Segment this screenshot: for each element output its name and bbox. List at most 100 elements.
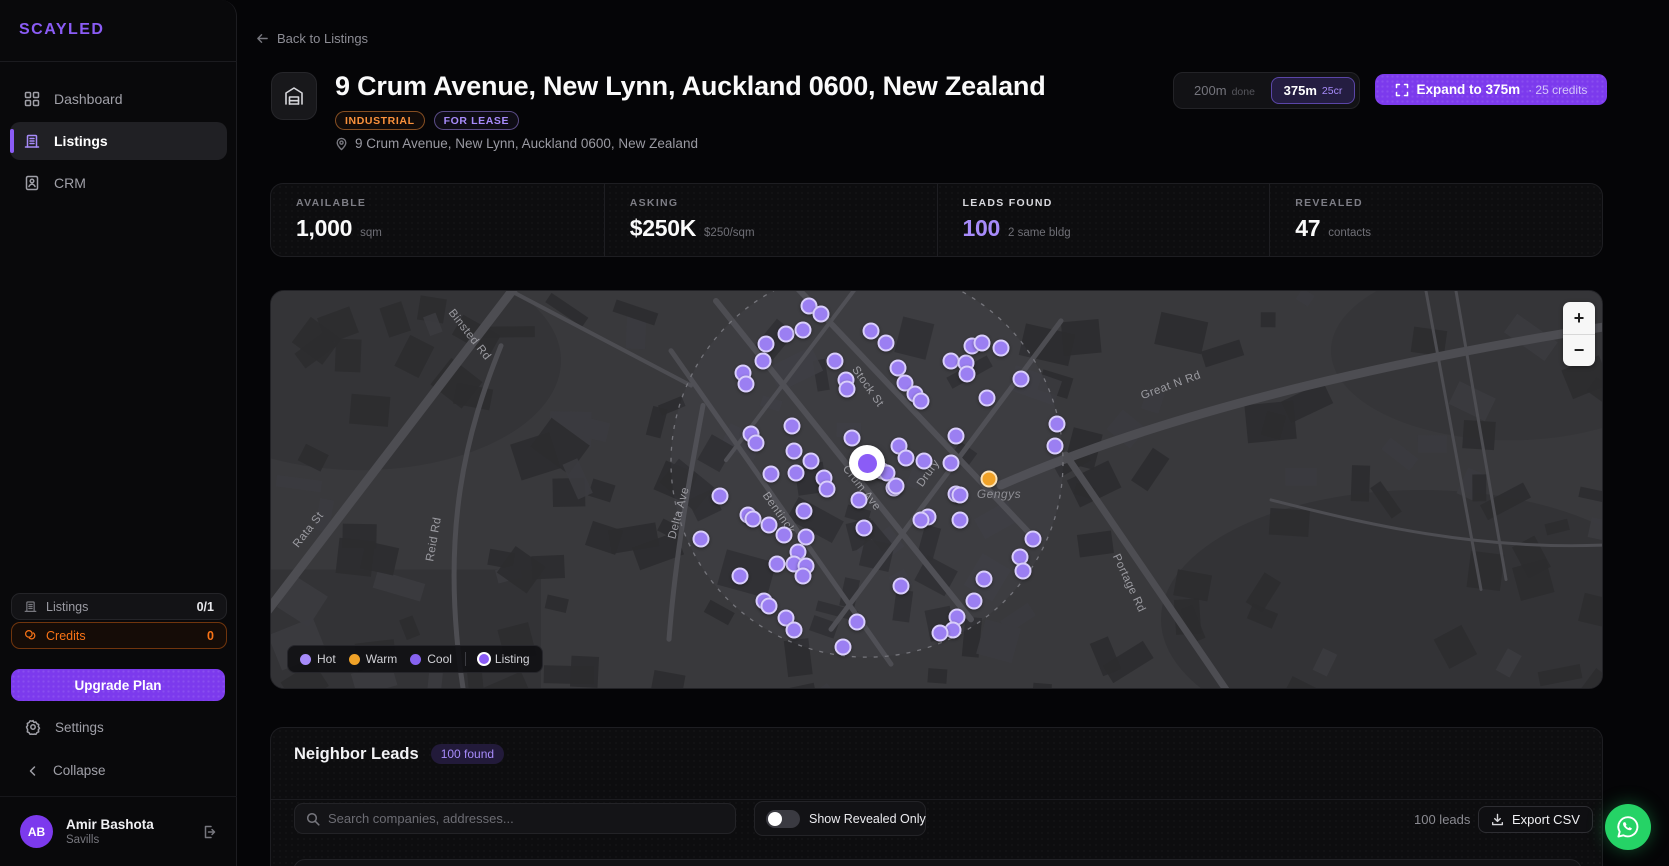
upgrade-plan-button[interactable]: Upgrade Plan — [11, 669, 225, 701]
whatsapp-button[interactable] — [1605, 804, 1651, 850]
warm-lead-dot[interactable] — [980, 470, 998, 488]
lead-dot[interactable] — [892, 577, 910, 595]
lead-dot[interactable] — [973, 334, 991, 352]
lead-dot[interactable] — [897, 449, 915, 467]
back-to-listings-link[interactable]: Back to Listings — [256, 31, 368, 46]
lead-dot[interactable] — [795, 502, 813, 520]
page-title: 9 Crum Avenue, New Lynn, Auckland 0600, … — [335, 71, 1046, 101]
lead-dot[interactable] — [744, 510, 762, 528]
lead-dot[interactable] — [783, 417, 801, 435]
lead-dot[interactable] — [951, 486, 969, 504]
lead-dot[interactable] — [802, 452, 820, 470]
listing-marker-dot — [857, 453, 877, 473]
export-csv-button[interactable]: Export CSV — [1478, 806, 1593, 833]
expand-label: Expand to 375m — [1416, 82, 1521, 97]
lead-dot[interactable] — [848, 613, 866, 631]
radius-option-375m[interactable]: 375m 25cr — [1271, 77, 1355, 104]
lead-dot[interactable] — [1048, 415, 1066, 433]
toggle-label: Show Revealed Only — [809, 811, 926, 826]
lead-dot[interactable] — [812, 305, 830, 323]
logout-icon[interactable] — [201, 824, 217, 840]
legend-label: Listing — [494, 652, 530, 666]
lead-dot[interactable] — [787, 464, 805, 482]
lead-dot[interactable] — [912, 511, 930, 529]
property-icon-tile — [271, 72, 317, 120]
show-revealed-toggle[interactable]: Show Revealed Only — [754, 801, 926, 836]
export-label: Export CSV — [1512, 812, 1580, 827]
lead-dot[interactable] — [1012, 370, 1030, 388]
lead-dot[interactable] — [757, 335, 775, 353]
legend-item-hot: Hot — [300, 652, 336, 666]
lead-dot[interactable] — [1046, 437, 1064, 455]
lead-dot[interactable] — [887, 477, 905, 495]
lead-dot[interactable] — [754, 352, 772, 370]
lead-dot[interactable] — [794, 321, 812, 339]
expand-radius-button[interactable]: Expand to 375m · 25 credits — [1375, 74, 1607, 105]
lead-dot[interactable] — [737, 375, 755, 393]
legend-item-warm: Warm — [348, 652, 397, 666]
lead-dot[interactable] — [975, 570, 993, 588]
radius-option-200m[interactable]: 200m done — [1178, 83, 1271, 98]
zoom-in-button[interactable]: + — [1563, 302, 1595, 334]
lead-dot[interactable] — [850, 491, 868, 509]
lead-dot[interactable] — [862, 322, 880, 340]
active-accent-bar — [10, 129, 14, 153]
lead-dot[interactable] — [843, 429, 861, 447]
radius-value: 200m — [1194, 83, 1227, 98]
search-input[interactable] — [328, 811, 724, 826]
dashboard-grid-icon — [24, 91, 40, 107]
credits-value: 0 — [207, 628, 214, 643]
lead-dot[interactable] — [834, 638, 852, 656]
search-box — [294, 803, 736, 834]
leads-map[interactable]: Binsted Rd Rata St Reid Rd Delta Ave Stock S… — [270, 290, 1603, 689]
lead-dot[interactable] — [942, 454, 960, 472]
lead-dot[interactable] — [1024, 530, 1042, 548]
zoom-out-button[interactable]: − — [1563, 335, 1595, 367]
toggle-track[interactable] — [766, 809, 800, 828]
sidebar-item-crm[interactable]: CRM — [10, 164, 227, 202]
lead-dot[interactable] — [818, 480, 836, 498]
stat-value: $250K — [629, 215, 697, 241]
lead-dot[interactable] — [747, 434, 765, 452]
lead-dot[interactable] — [826, 352, 844, 370]
sidebar-item-settings[interactable]: Settings — [25, 719, 104, 735]
lead-dot[interactable] — [785, 442, 803, 460]
sidebar: SCAYLED Dashboard Listings CRM Listings … — [0, 0, 237, 866]
lead-dot[interactable] — [794, 567, 812, 585]
collapse-sidebar-button[interactable]: Collapse — [27, 763, 106, 778]
lead-dot[interactable] — [915, 452, 933, 470]
lead-dot[interactable] — [877, 334, 895, 352]
lead-dot[interactable] — [762, 465, 780, 483]
lead-dot[interactable] — [775, 526, 793, 544]
lead-dot[interactable] — [947, 427, 965, 445]
lead-dot[interactable] — [965, 592, 983, 610]
lead-dot[interactable] — [951, 511, 969, 529]
user-name: Amir Bashota — [66, 817, 154, 832]
lead-dot[interactable] — [768, 555, 786, 573]
lead-dot[interactable] — [760, 516, 778, 534]
user-profile[interactable]: AB Amir Bashota Savills — [0, 796, 237, 866]
contact-card-icon — [25, 175, 39, 191]
lead-dot[interactable] — [978, 389, 996, 407]
lead-dot[interactable] — [785, 621, 803, 639]
usage-label: Listings — [46, 599, 89, 614]
lead-dot[interactable] — [711, 487, 729, 505]
sidebar-item-dashboard[interactable]: Dashboard — [10, 80, 227, 118]
listings-usage-pill: Listings 0/1 — [11, 593, 227, 620]
lead-dot[interactable] — [958, 365, 976, 383]
lead-dot[interactable] — [731, 567, 749, 585]
listing-marker[interactable] — [849, 445, 885, 481]
lead-dot[interactable] — [855, 519, 873, 537]
lead-dot[interactable] — [912, 392, 930, 410]
lead-dot[interactable] — [838, 380, 856, 398]
lead-dot[interactable] — [1014, 562, 1032, 580]
legend-item-listing: Listing — [478, 652, 530, 666]
lead-dot[interactable] — [760, 597, 778, 615]
lead-dot[interactable] — [992, 339, 1010, 357]
sidebar-item-listings[interactable]: Listings — [10, 122, 227, 160]
lead-dot[interactable] — [777, 325, 795, 343]
lead-dot[interactable] — [931, 624, 949, 642]
neighbor-leads-card: Neighbor Leads 100 found Show Revealed O… — [270, 727, 1603, 866]
download-icon — [1491, 813, 1504, 826]
lead-dot[interactable] — [692, 530, 710, 548]
